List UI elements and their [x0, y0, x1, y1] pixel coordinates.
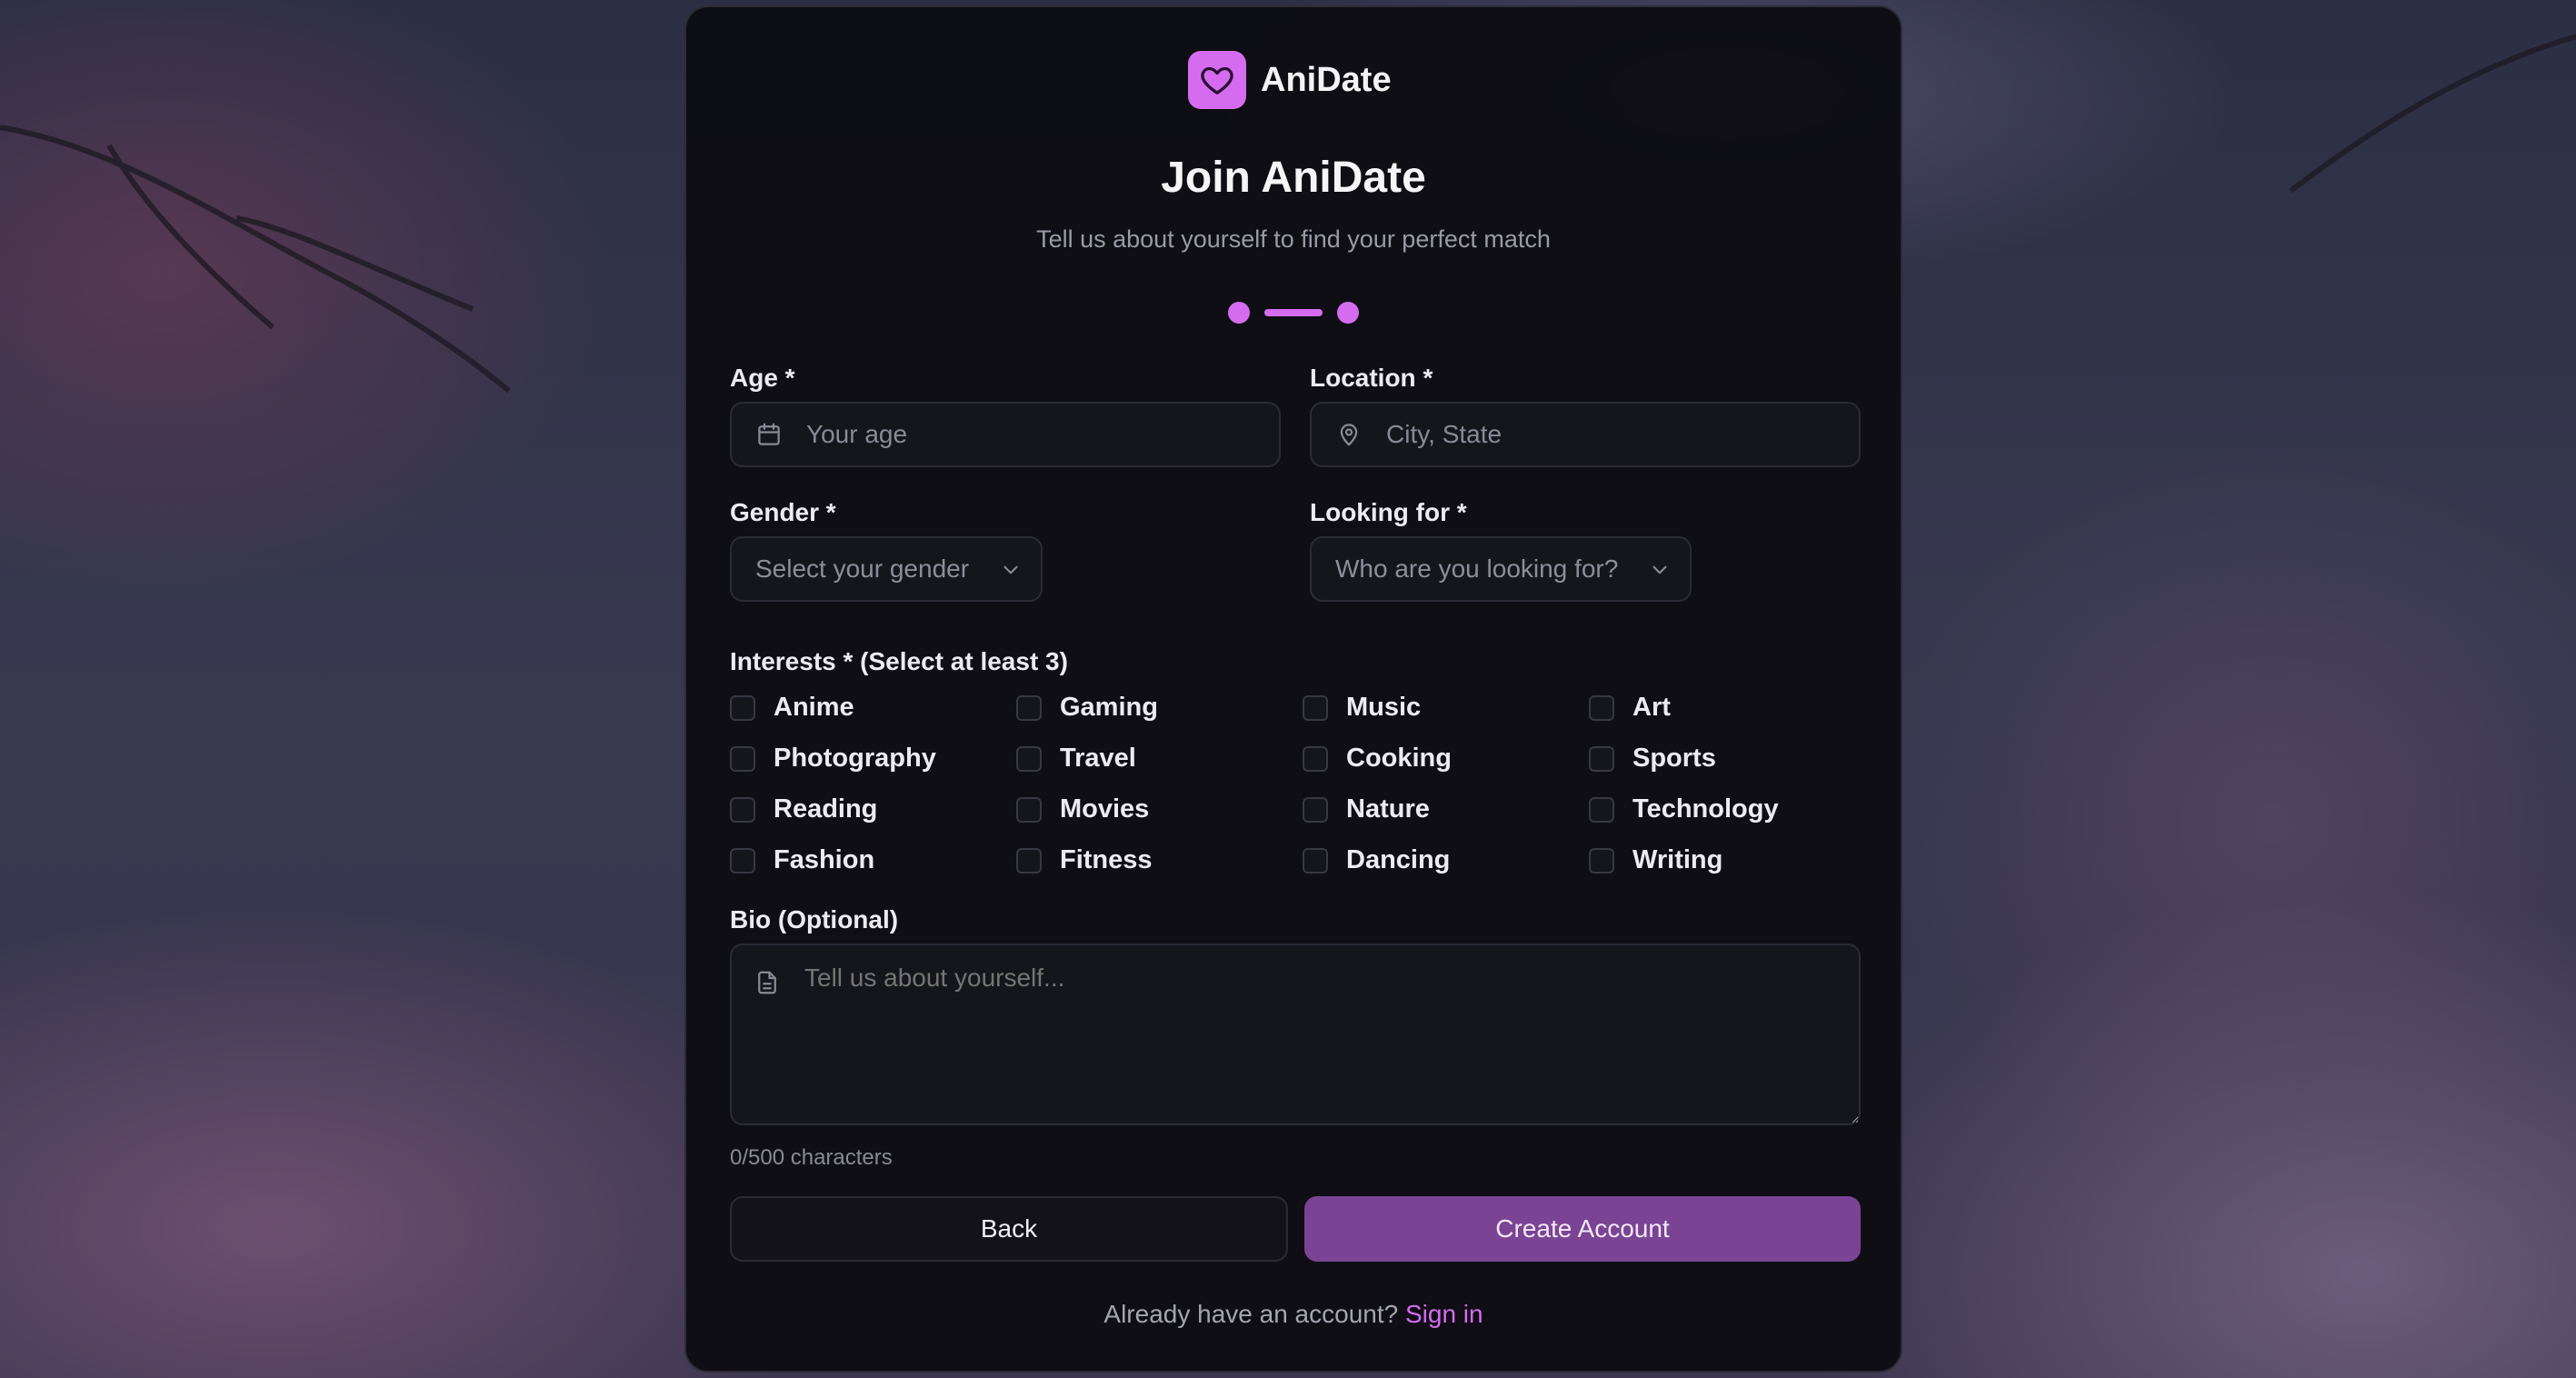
looking-for-select[interactable]: Who are you looking for?: [1310, 536, 1692, 602]
interest-checkbox[interactable]: [1016, 847, 1042, 874]
interest-option-technology[interactable]: Technology: [1589, 794, 1779, 824]
interest-checkbox[interactable]: [1016, 745, 1042, 772]
interest-option-music[interactable]: Music: [1303, 693, 1421, 723]
looking-for-label: Looking for *: [1310, 498, 1467, 526]
interest-checkbox[interactable]: [730, 694, 755, 721]
interest-checkbox[interactable]: [1016, 694, 1042, 721]
interest-option-reading[interactable]: Reading: [730, 794, 877, 824]
page-title: Join AniDate: [1161, 154, 1426, 202]
chevron-down-icon: [1652, 565, 1667, 574]
interest-checkbox[interactable]: [1303, 796, 1328, 823]
interest-option-writing[interactable]: Writing: [1589, 845, 1722, 875]
create-account-button[interactable]: Create Account: [1304, 1196, 1861, 1262]
map-pin-icon: [1340, 424, 1358, 446]
interest-checkbox[interactable]: [1303, 847, 1328, 874]
interest-checkbox[interactable]: [1589, 694, 1614, 721]
calendar-icon: [758, 423, 780, 445]
back-button[interactable]: Back: [730, 1196, 1288, 1262]
app-name: AniDate: [1261, 60, 1392, 99]
interest-checkbox[interactable]: [1589, 796, 1614, 823]
location-label: Location *: [1310, 364, 1433, 392]
interest-checkbox[interactable]: [730, 796, 755, 823]
age-label: Age *: [730, 364, 795, 392]
heart-icon: [1188, 51, 1246, 109]
bio-label: Bio (Optional): [730, 905, 899, 934]
interest-checkbox[interactable]: [1016, 796, 1042, 823]
interest-option-sports[interactable]: Sports: [1589, 744, 1716, 774]
gender-label: Gender *: [730, 498, 836, 526]
signup-card: AniDate Join AniDate Tell us about yours…: [684, 5, 1902, 1373]
interest-option-anime[interactable]: Anime: [730, 693, 854, 723]
interest-option-movies[interactable]: Movies: [1016, 794, 1149, 824]
interest-checkbox[interactable]: [1589, 847, 1614, 874]
interest-option-art[interactable]: Art: [1589, 693, 1671, 723]
bio-textarea[interactable]: [730, 944, 1861, 1125]
interest-option-nature[interactable]: Nature: [1303, 794, 1430, 824]
interest-option-fitness[interactable]: Fitness: [1016, 845, 1153, 875]
signin-prompt: Already have an account? Sign in: [686, 1300, 1901, 1329]
age-input[interactable]: [804, 403, 1279, 466]
step-dot-2: [1337, 302, 1359, 324]
location-input[interactable]: [1384, 403, 1859, 466]
interest-option-photography[interactable]: Photography: [730, 744, 936, 774]
app-logo: AniDate: [1188, 51, 1392, 109]
signin-prompt-text: Already have an account?: [1103, 1300, 1399, 1328]
interest-option-dancing[interactable]: Dancing: [1303, 845, 1450, 875]
interest-checkbox[interactable]: [730, 847, 755, 874]
interest-checkbox[interactable]: [1303, 694, 1328, 721]
interests-label: Interests * (Select at least 3): [730, 647, 1068, 675]
bio-character-count: 0/500 characters: [730, 1145, 893, 1170]
location-field-container: [1310, 402, 1861, 467]
interest-checkbox[interactable]: [1303, 745, 1328, 772]
progress-indicator: [1228, 295, 1361, 331]
looking-for-select-value: Who are you looking for?: [1335, 554, 1619, 583]
gender-select-value: Select your gender: [755, 554, 970, 583]
interest-option-gaming[interactable]: Gaming: [1016, 693, 1158, 723]
sign-in-link[interactable]: Sign in: [1405, 1300, 1483, 1328]
page-subtitle: Tell us about yourself to find your perf…: [1036, 225, 1551, 253]
interest-option-cooking[interactable]: Cooking: [1303, 744, 1452, 774]
step-dot-1: [1228, 302, 1250, 324]
interest-option-fashion[interactable]: Fashion: [730, 845, 874, 875]
interest-checkbox[interactable]: [1589, 745, 1614, 772]
step-connector: [1264, 309, 1323, 316]
interest-checkbox[interactable]: [730, 745, 755, 772]
document-icon: [758, 971, 776, 994]
gender-select[interactable]: Select your gender: [730, 536, 1043, 602]
interest-option-travel[interactable]: Travel: [1016, 744, 1136, 774]
chevron-down-icon: [1003, 565, 1018, 574]
age-field-container: [730, 402, 1281, 467]
